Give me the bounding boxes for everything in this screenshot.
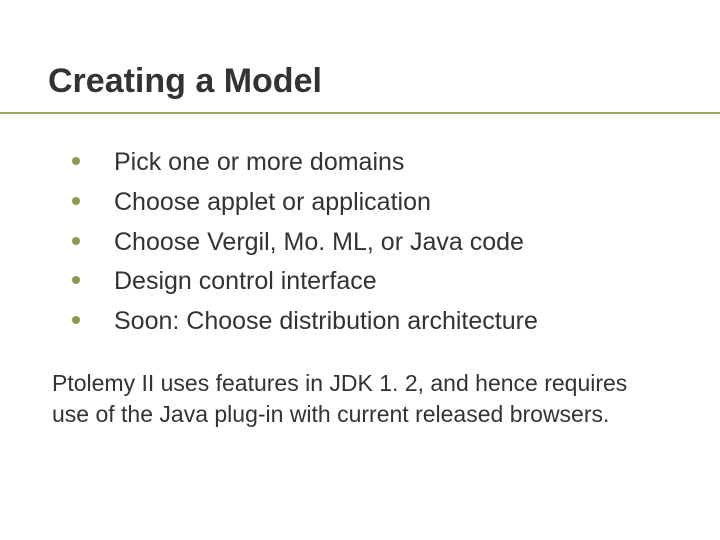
list-item: Choose applet or application bbox=[72, 186, 652, 220]
bullet-icon bbox=[72, 157, 80, 165]
bullet-icon bbox=[72, 237, 80, 245]
title-underline bbox=[0, 112, 720, 114]
list-item: Pick one or more domains bbox=[72, 146, 652, 180]
bullet-text: Soon: Choose distribution architecture bbox=[114, 305, 652, 339]
bullet-icon bbox=[72, 316, 80, 324]
bullet-text: Choose applet or application bbox=[114, 186, 652, 220]
list-item: Choose Vergil, Mo. ML, or Java code bbox=[72, 226, 652, 260]
bullet-icon bbox=[72, 276, 80, 284]
slide: Creating a Model Pick one or more domain… bbox=[0, 0, 720, 540]
bullet-icon bbox=[72, 197, 80, 205]
bullet-list: Pick one or more domains Choose applet o… bbox=[72, 146, 652, 345]
bullet-text: Design control interface bbox=[114, 265, 652, 299]
list-item: Soon: Choose distribution architecture bbox=[72, 305, 652, 339]
list-item: Design control interface bbox=[72, 265, 652, 299]
bullet-text: Choose Vergil, Mo. ML, or Java code bbox=[114, 226, 652, 260]
slide-title: Creating a Model bbox=[48, 62, 322, 101]
bullet-text: Pick one or more domains bbox=[114, 146, 652, 180]
footer-note: Ptolemy II uses features in JDK 1. 2, an… bbox=[52, 368, 652, 430]
